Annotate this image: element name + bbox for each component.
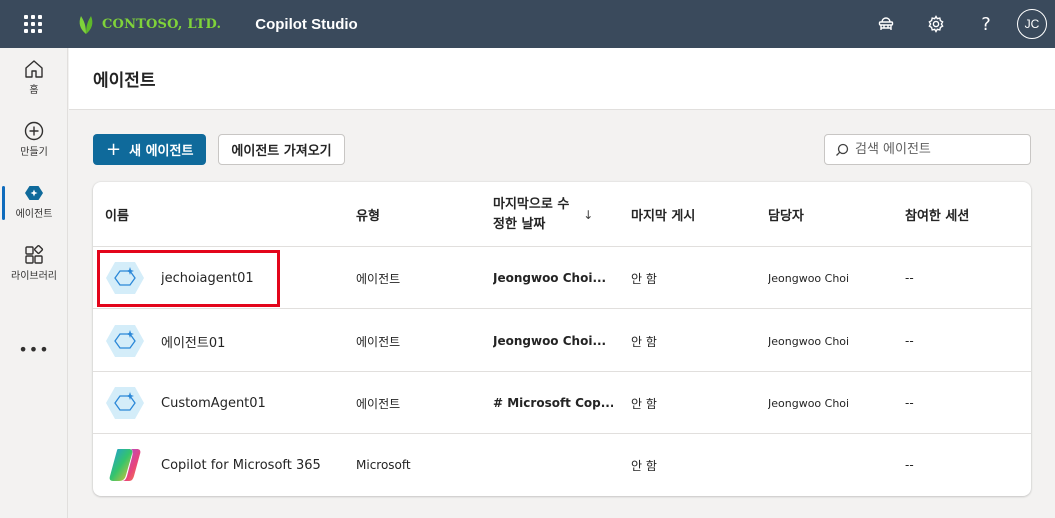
search-input[interactable] (855, 142, 1025, 157)
published-status: 안 함 (631, 334, 657, 349)
column-header-sessions[interactable]: 참여한 세션 (905, 182, 969, 247)
sessions: -- (905, 396, 914, 410)
modified-by: # Microsoft Cop... (493, 396, 613, 410)
modified-by (493, 434, 613, 496)
published-status: 안 함 (631, 271, 657, 286)
waffle-icon[interactable] (0, 0, 66, 48)
top-bar: CONTOSO, LTD. Copilot Studio ? JC (0, 0, 1055, 48)
rail-item-library[interactable]: 라이브러리 (0, 244, 68, 284)
agent-type: 에이전트 (356, 271, 401, 286)
owner: Jeongwoo Choi (768, 396, 850, 410)
help-icon[interactable]: ? (961, 0, 1011, 48)
modified-by: Jeongwoo Choi... (493, 334, 607, 348)
published-status: 안 함 (631, 396, 657, 411)
agent-type: 에이전트 (356, 396, 401, 411)
agent-type: 에이전트 (356, 334, 401, 349)
help-glyph: ? (981, 13, 991, 35)
sessions: -- (905, 458, 914, 472)
rail-item-label: 에이전트 (15, 209, 53, 220)
table-row[interactable]: jechoiagent01 에이전트 Jeongwoo Choi... 안 함 … (93, 247, 1031, 309)
agent-name[interactable]: 에이전트01 (161, 310, 225, 372)
rail-item-label: 만들기 (20, 147, 48, 158)
highlight-box (97, 250, 280, 307)
column-header-modified[interactable]: 마지막으로 수 정한 날짜 ↓ (493, 182, 593, 247)
column-header-modified-line2: 정한 날짜 (493, 216, 546, 232)
new-agent-button[interactable]: + 새 에이전트 (93, 134, 207, 165)
column-header-type[interactable]: 유형 (356, 182, 380, 247)
search-icon (836, 143, 849, 156)
sessions: -- (905, 334, 914, 348)
rail-item-create[interactable]: 만들기 (0, 120, 68, 160)
rail-item-label: 홈 (29, 85, 39, 96)
more-icon[interactable]: ••• (0, 340, 68, 359)
app-title[interactable]: Copilot Studio (255, 16, 357, 33)
plus-icon: + (106, 138, 122, 160)
table-row[interactable]: CustomAgent01 에이전트 # Microsoft Cop... 안 … (93, 372, 1031, 434)
new-agent-label: 새 에이전트 (129, 144, 194, 159)
sessions: -- (905, 271, 914, 285)
leaf-icon (79, 16, 93, 34)
published-status: 안 함 (631, 458, 657, 473)
home-icon (25, 60, 43, 78)
copilot-logo-icon (109, 449, 141, 481)
page-header: 에이전트 (69, 48, 1055, 110)
rail-item-agents[interactable]: 에이전트 (0, 182, 68, 222)
column-header-modified-line1: 마지막으로 수 (493, 196, 570, 212)
rail-item-home[interactable]: 홈 (0, 58, 68, 98)
column-header-name[interactable]: 이름 (105, 182, 129, 247)
table-row[interactable]: Copilot for Microsoft 365 Microsoft 안 함 … (93, 434, 1031, 496)
toolbar: + 새 에이전트 에이전트 가져오기 (93, 134, 345, 165)
page-title: 에이전트 (93, 71, 156, 91)
import-agent-button[interactable]: 에이전트 가져오기 (218, 134, 345, 165)
create-icon (24, 121, 44, 141)
brand-name: CONTOSO, LTD. (102, 16, 222, 32)
column-header-owner[interactable]: 담당자 (768, 182, 804, 247)
agent-name[interactable]: CustomAgent01 (161, 372, 266, 434)
left-nav-rail: 홈 만들기 에이전트 라이브러리 ••• (0, 48, 68, 518)
sort-descending-icon: ↓ (583, 207, 594, 222)
agent-icon (106, 325, 144, 357)
agent-name[interactable]: Copilot for Microsoft 365 (161, 434, 321, 496)
table-row[interactable]: 에이전트01 에이전트 Jeongwoo Choi... 안 함 Jeongwo… (93, 310, 1031, 372)
agent-icon (106, 387, 144, 419)
library-icon (25, 244, 44, 264)
agent-type: Microsoft (356, 458, 411, 472)
owner: Jeongwoo Choi (768, 271, 850, 285)
agents-table: 이름 유형 마지막으로 수 정한 날짜 ↓ 마지막 게시 담당자 참여한 세션 … (93, 182, 1031, 496)
avatar[interactable]: JC (1017, 9, 1047, 39)
environment-icon[interactable] (861, 0, 911, 48)
agents-icon (25, 186, 43, 200)
column-header-published[interactable]: 마지막 게시 (631, 182, 695, 247)
settings-icon[interactable] (911, 0, 961, 48)
table-header: 이름 유형 마지막으로 수 정한 날짜 ↓ 마지막 게시 담당자 참여한 세션 (93, 182, 1031, 247)
rail-item-label: 라이브러리 (11, 271, 57, 282)
main-content: 에이전트 + 새 에이전트 에이전트 가져오기 이름 유형 마지막으로 수 정한… (69, 48, 1055, 518)
modified-by: Jeongwoo Choi... (493, 271, 607, 285)
brand-logo: CONTOSO, LTD. (76, 13, 221, 35)
search-box[interactable] (824, 134, 1031, 165)
owner: Jeongwoo Choi (768, 334, 850, 348)
